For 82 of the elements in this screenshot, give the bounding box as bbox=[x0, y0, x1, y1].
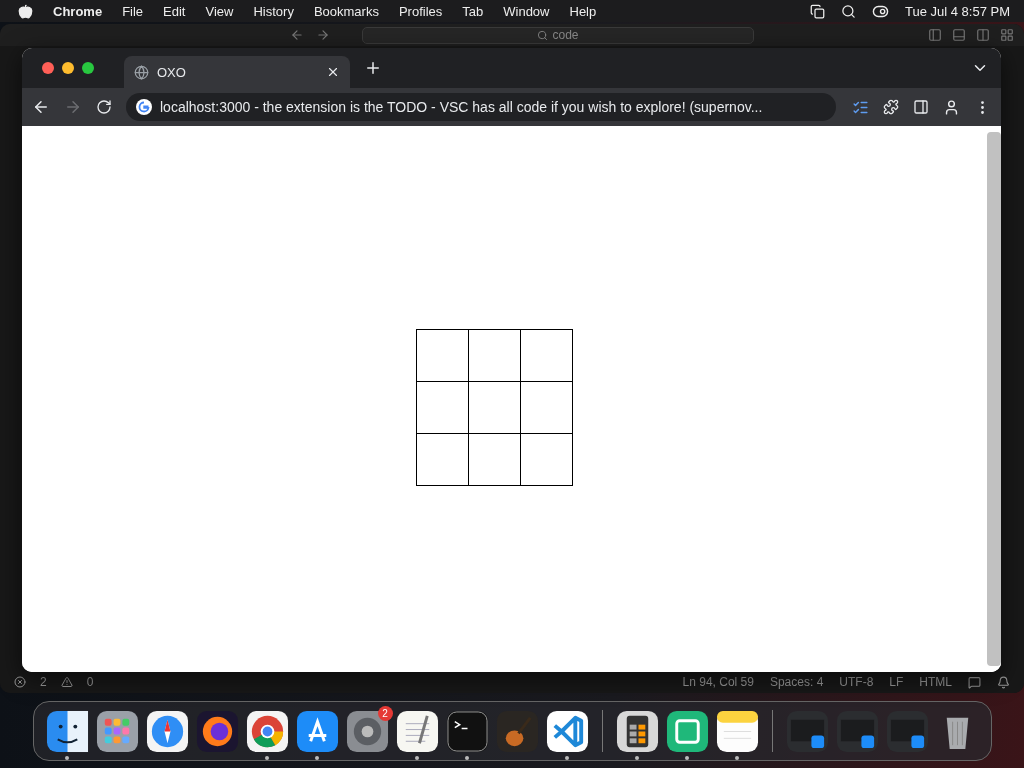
status-item[interactable]: Spaces: 4 bbox=[769, 675, 824, 689]
board-cell[interactable] bbox=[521, 381, 573, 434]
gear-icon[interactable] bbox=[345, 709, 389, 753]
puzzle-icon[interactable] bbox=[883, 99, 899, 115]
status-item[interactable]: UTF-8 bbox=[839, 675, 874, 689]
google-icon bbox=[136, 99, 152, 115]
board-cell[interactable] bbox=[469, 329, 521, 382]
menu-item[interactable]: History bbox=[253, 3, 294, 19]
letter-a-icon[interactable] bbox=[295, 709, 339, 753]
feedback-icon[interactable] bbox=[968, 675, 981, 689]
side-panel-icon[interactable] bbox=[913, 99, 929, 115]
scrollbar-thumb[interactable] bbox=[987, 132, 1001, 666]
running-indicator bbox=[465, 755, 469, 760]
running-indicator bbox=[265, 755, 269, 760]
grid-icon[interactable] bbox=[95, 709, 139, 753]
board-cell[interactable] bbox=[469, 433, 521, 486]
running-indicator bbox=[65, 755, 69, 760]
compass-icon[interactable] bbox=[145, 709, 189, 753]
error-icon bbox=[14, 676, 26, 688]
status-item[interactable]: LF bbox=[889, 675, 904, 689]
board-cell[interactable] bbox=[469, 381, 521, 434]
menu-item[interactable]: Bookmarks bbox=[313, 3, 379, 19]
menu-item[interactable]: Edit bbox=[163, 3, 186, 19]
warning-count[interactable]: 0 bbox=[86, 675, 94, 689]
status-item[interactable]: HTML bbox=[919, 675, 952, 689]
running-indicator bbox=[685, 755, 689, 760]
notepad-icon[interactable] bbox=[395, 709, 439, 753]
clock[interactable]: Tue Jul 4 8:57 PM bbox=[905, 3, 1010, 19]
close-window-button[interactable] bbox=[42, 62, 54, 74]
address-bar[interactable]: localhost:3000 - the extension is the TODO - VSC has all code if you wish to explore! (supernov... bbox=[126, 93, 836, 121]
zoom-button[interactable] bbox=[82, 62, 94, 74]
running-indicator bbox=[635, 755, 639, 760]
window-thumbnail-icon[interactable] bbox=[885, 709, 929, 753]
close-icon[interactable] bbox=[326, 65, 340, 79]
terminal-icon[interactable] bbox=[445, 709, 489, 753]
chrome-icon[interactable] bbox=[245, 709, 289, 753]
profile-icon[interactable] bbox=[943, 98, 960, 116]
search-icon[interactable] bbox=[841, 3, 856, 19]
menu-item[interactable]: Profiles bbox=[398, 3, 443, 19]
new-tab-icon[interactable] bbox=[364, 59, 382, 77]
panel-left-icon[interactable] bbox=[928, 28, 942, 42]
panel-bottom-icon[interactable] bbox=[952, 28, 966, 42]
search-icon bbox=[537, 29, 549, 41]
bell-icon[interactable] bbox=[997, 675, 1010, 689]
board-cell[interactable] bbox=[417, 381, 469, 434]
menu-item[interactable]: View bbox=[205, 3, 234, 19]
running-indicator bbox=[415, 755, 419, 760]
menu-item[interactable]: Chrome bbox=[53, 3, 103, 19]
warning-icon bbox=[60, 676, 73, 688]
running-indicator bbox=[315, 755, 319, 760]
menu-item[interactable]: Window bbox=[503, 3, 550, 19]
screen-mirror-icon[interactable] bbox=[810, 3, 825, 19]
menu-item[interactable]: Tab bbox=[462, 3, 484, 19]
running-indicator bbox=[735, 755, 739, 760]
board-cell[interactable] bbox=[417, 329, 469, 382]
code-editor-icon[interactable] bbox=[545, 709, 589, 753]
fox-icon[interactable] bbox=[195, 709, 239, 753]
board-cell[interactable] bbox=[521, 433, 573, 486]
menu-item[interactable]: Help bbox=[569, 3, 597, 19]
apple-icon[interactable] bbox=[18, 3, 33, 19]
running-indicator bbox=[565, 755, 569, 760]
menu-item[interactable]: File bbox=[122, 3, 144, 19]
browser-tab[interactable]: OXO bbox=[124, 56, 350, 88]
face-icon[interactable] bbox=[45, 709, 89, 753]
forward-icon[interactable] bbox=[316, 28, 330, 42]
window-thumbnail-icon[interactable] bbox=[835, 709, 879, 753]
guitar-icon[interactable] bbox=[495, 709, 539, 753]
globe-icon bbox=[134, 64, 149, 80]
status-item[interactable]: Ln 94, Col 59 bbox=[682, 675, 754, 689]
square-icon[interactable] bbox=[665, 709, 709, 753]
reload-icon[interactable] bbox=[96, 99, 112, 115]
search-field[interactable]: code bbox=[362, 26, 754, 44]
layout-icon[interactable] bbox=[1000, 28, 1014, 42]
board-cell[interactable] bbox=[521, 329, 573, 382]
error-count[interactable]: 2 bbox=[40, 675, 47, 689]
window-thumbnail-icon[interactable] bbox=[785, 709, 829, 753]
board-cell[interactable] bbox=[417, 433, 469, 486]
minimize-button[interactable] bbox=[62, 62, 74, 74]
notes-icon[interactable] bbox=[715, 709, 759, 753]
columns-icon[interactable] bbox=[976, 28, 990, 42]
back-icon[interactable] bbox=[32, 98, 50, 116]
calculator-icon[interactable] bbox=[615, 709, 659, 753]
